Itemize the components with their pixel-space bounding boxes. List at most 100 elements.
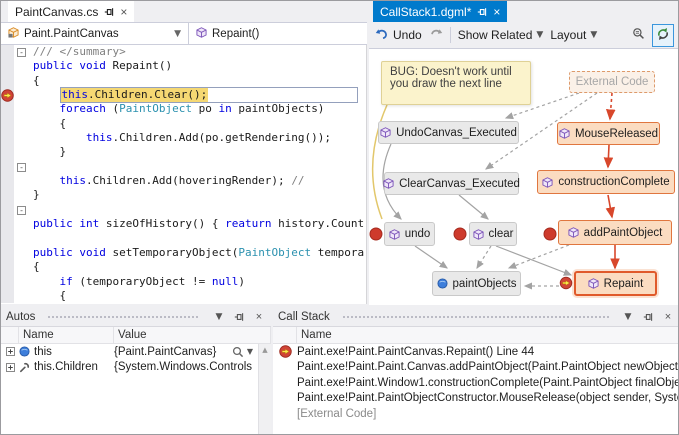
fold-margin[interactable]: - — [14, 203, 31, 217]
redo-button[interactable] — [429, 28, 443, 43]
breakpoint-margin[interactable] — [1, 59, 14, 73]
column-header-name[interactable]: Name — [297, 327, 679, 343]
pin-icon[interactable] — [104, 7, 114, 17]
code-editor[interactable]: -/// </summary>public void Repaint(){ th… — [1, 45, 367, 304]
fold-margin[interactable]: - — [14, 45, 31, 59]
collapse-icon[interactable]: - — [17, 48, 26, 57]
tab-callstack-dgml[interactable]: CallStack1.dgml* × — [373, 1, 507, 22]
code-line[interactable]: { — [1, 117, 366, 131]
undo-button[interactable]: Undo — [375, 28, 422, 43]
graph-node-clearcanvas-executed[interactable]: ClearCanvas_Executed — [384, 172, 519, 195]
graph-node-constructioncomplete[interactable]: constructionComplete — [537, 170, 675, 194]
graph-node-undocanvas-executed[interactable]: UndoCanvas_Executed — [378, 121, 519, 144]
fold-margin[interactable]: - — [14, 160, 31, 174]
close-icon[interactable]: × — [661, 311, 675, 323]
fold-margin[interactable] — [14, 88, 31, 102]
graph-node-clear[interactable]: clear — [469, 222, 517, 246]
code-line[interactable]: public void Repaint() — [1, 59, 366, 73]
code-line[interactable]: this.Children.Clear(); — [1, 88, 366, 102]
expand-icon[interactable] — [1, 363, 19, 372]
fold-margin[interactable] — [14, 231, 31, 245]
collapse-icon[interactable]: - — [17, 206, 26, 215]
code-line[interactable]: this.Children.Add(hoveringRender); // — [1, 174, 366, 188]
graph-canvas[interactable]: BUG: Doesn't work until you draw the nex… — [369, 49, 679, 305]
fold-margin[interactable] — [14, 275, 31, 289]
code-line[interactable]: this.Children.Add(po.getRendering()); — [1, 131, 366, 145]
autos-row[interactable]: this{Paint.PaintCanvas}▼ — [1, 344, 271, 360]
callstack-frame[interactable]: Paint.exe!Paint.Window1.constructionComp… — [273, 375, 679, 391]
window-position-icon[interactable]: ▼ — [212, 312, 226, 322]
tab-paintcanvas[interactable]: PaintCanvas.cs × — [8, 1, 134, 22]
code-line[interactable]: { — [1, 74, 366, 88]
type-dropdown[interactable]: Paint.PaintCanvas ▼ — [1, 23, 189, 44]
fold-margin[interactable] — [14, 289, 31, 303]
fold-margin[interactable] — [14, 117, 31, 131]
breakpoint-margin[interactable] — [1, 45, 14, 59]
layout-dropdown[interactable]: Layout ▼ — [550, 28, 597, 42]
scrollbar[interactable]: ▲ — [258, 344, 271, 435]
column-header-name[interactable]: Name — [19, 327, 114, 343]
close-icon[interactable]: × — [252, 311, 266, 323]
member-dropdown[interactable]: Repaint() — [189, 23, 367, 44]
breakpoint-icon[interactable] — [544, 228, 557, 241]
fold-margin[interactable] — [14, 131, 31, 145]
callstack-frame[interactable]: [External Code] — [273, 406, 679, 422]
graph-node-addpaintobject[interactable]: addPaintObject — [558, 220, 672, 245]
code-line[interactable]: public int sizeOfHistory() { reaturn his… — [1, 217, 366, 231]
autos-row[interactable]: this.Children{System.Windows.Controls — [1, 360, 271, 376]
callstack-frame[interactable]: Paint.exe!Paint.Paint.Canvas.addPaintObj… — [273, 360, 679, 376]
current-statement-icon[interactable] — [560, 277, 573, 290]
autos-titlebar[interactable]: Autos ▼ × — [1, 307, 271, 326]
graph-node-paintobjects[interactable]: paintObjects — [432, 271, 521, 296]
fold-margin[interactable] — [14, 145, 31, 159]
breakpoint-margin[interactable] — [1, 131, 14, 145]
breakpoint-margin[interactable] — [1, 88, 14, 102]
code-line[interactable]: { — [1, 260, 366, 274]
breakpoint-margin[interactable] — [1, 188, 14, 202]
breakpoint-margin[interactable] — [1, 174, 14, 188]
code-line[interactable]: public void setTemporaryObject(PaintObje… — [1, 246, 366, 260]
sync-button[interactable] — [652, 24, 674, 47]
breakpoint-margin[interactable] — [1, 117, 14, 131]
breakpoint-margin[interactable] — [1, 102, 14, 116]
close-icon[interactable]: × — [120, 7, 127, 17]
breakpoint-margin[interactable] — [1, 217, 14, 231]
fold-margin[interactable] — [14, 260, 31, 274]
fold-margin[interactable] — [14, 174, 31, 188]
fold-margin[interactable] — [14, 217, 31, 231]
pin-icon[interactable] — [641, 312, 655, 322]
breakpoint-icon[interactable] — [454, 228, 467, 241]
code-line[interactable]: foreach (PaintObject po in paintObjects) — [1, 102, 366, 116]
breakpoint-margin[interactable] — [1, 246, 14, 260]
code-line[interactable]: { — [1, 289, 366, 303]
pin-icon[interactable] — [477, 7, 487, 17]
close-icon[interactable]: × — [493, 7, 500, 17]
zoom-to-fit-button[interactable] — [632, 27, 645, 43]
callstack-frame[interactable]: Paint.exe!Paint.PaintCanvas.Repaint() Li… — [273, 344, 679, 360]
fold-margin[interactable] — [14, 246, 31, 260]
callstack-frame[interactable]: Paint.exe!Paint.PaintObjectConstructor.M… — [273, 391, 679, 407]
drag-grip[interactable] — [47, 315, 200, 320]
breakpoint-margin[interactable] — [1, 231, 14, 245]
code-line[interactable]: if (temporaryObject != null) — [1, 275, 366, 289]
graph-node-mousereleased[interactable]: MouseReleased — [557, 122, 660, 145]
fold-margin[interactable] — [14, 102, 31, 116]
graph-node-external-code[interactable]: External Code — [569, 71, 655, 93]
code-line[interactable]: } — [1, 145, 366, 159]
column-header-value[interactable]: Value — [114, 327, 271, 343]
scroll-up-icon[interactable]: ▲ — [259, 344, 271, 356]
breakpoint-margin[interactable] — [1, 260, 14, 274]
graph-node-undo[interactable]: undo — [384, 222, 435, 246]
drag-grip[interactable] — [342, 315, 609, 320]
code-line[interactable]: - — [1, 160, 366, 174]
breakpoint-icon[interactable] — [370, 228, 383, 241]
expand-icon[interactable] — [1, 347, 19, 356]
fold-margin[interactable] — [14, 188, 31, 202]
callstack-titlebar[interactable]: Call Stack ▼ × — [273, 307, 679, 326]
fold-margin[interactable] — [14, 59, 31, 73]
graph-node-repaint[interactable]: Repaint — [574, 271, 657, 296]
code-line[interactable] — [1, 231, 366, 245]
fold-margin[interactable] — [14, 74, 31, 88]
collapse-icon[interactable]: - — [17, 163, 26, 172]
code-line[interactable]: - — [1, 203, 366, 217]
